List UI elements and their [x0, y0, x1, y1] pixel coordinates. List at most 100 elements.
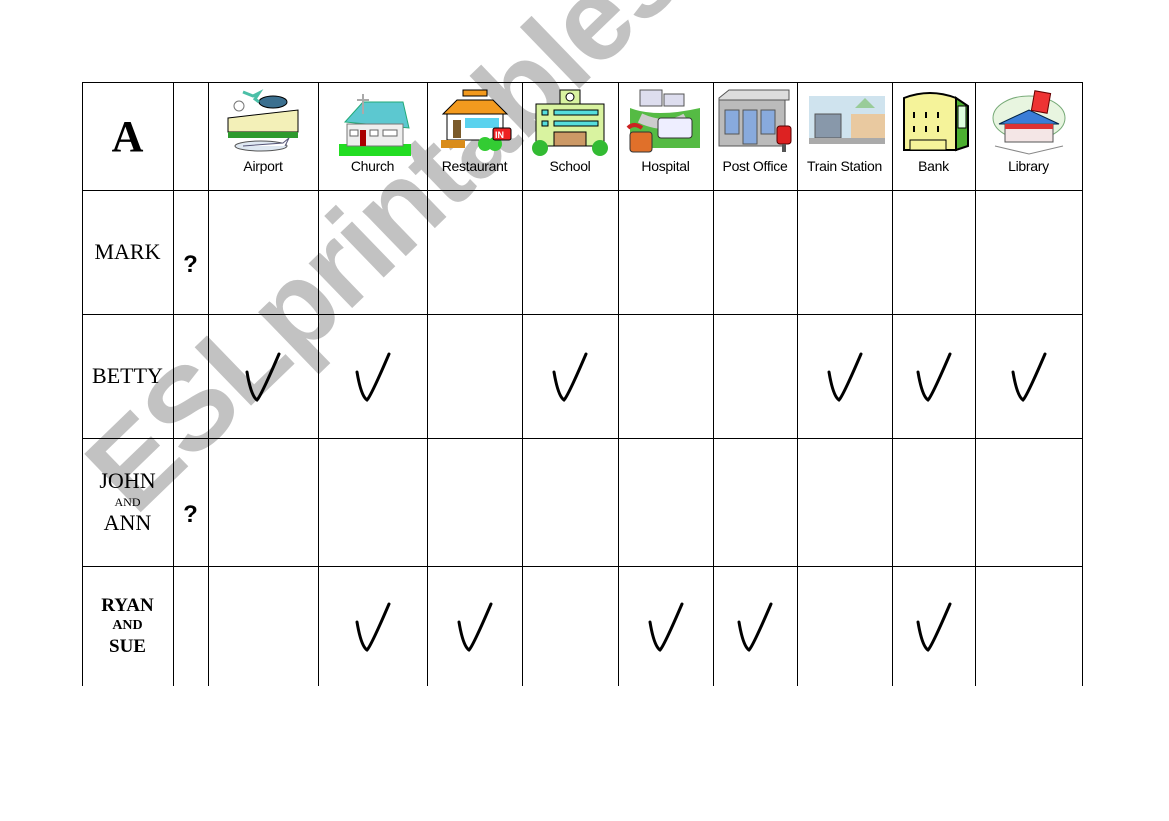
column-label: Library — [1008, 158, 1049, 174]
checkmark-icon — [735, 598, 775, 654]
checkmark-icon — [646, 598, 686, 654]
row-name-line: RYAN — [101, 595, 154, 616]
checkmark-icon — [353, 598, 393, 654]
row-name: BETTY — [92, 365, 163, 387]
answer-cell[interactable] — [522, 566, 618, 686]
column-header-school: School — [522, 82, 618, 190]
question-cell: ? — [173, 190, 208, 314]
restaurant-icon: IN — [435, 88, 515, 158]
answer-cell[interactable] — [975, 438, 1082, 566]
church-icon — [333, 88, 413, 158]
column-label: Hospital — [641, 158, 690, 174]
answer-cell[interactable] — [892, 190, 975, 314]
column-header-bank: Bank — [892, 82, 975, 190]
row-name-cell: BETTY — [82, 314, 173, 438]
row-name-line: BETTY — [92, 363, 163, 388]
answer-cell[interactable] — [797, 190, 892, 314]
answer-cell[interactable] — [797, 438, 892, 566]
answer-cell[interactable] — [892, 566, 975, 686]
answer-cell[interactable] — [318, 566, 427, 686]
answer-cell[interactable] — [522, 190, 618, 314]
answer-cell[interactable] — [797, 566, 892, 686]
school-icon — [530, 88, 610, 158]
question-cell — [173, 566, 208, 686]
corner-letter: A — [111, 111, 144, 161]
checkmark-icon — [353, 348, 393, 404]
column-label: Post Office — [722, 158, 788, 174]
checkmark-icon — [914, 348, 954, 404]
row-name-cell: MARK — [82, 190, 173, 314]
answer-cell[interactable] — [427, 190, 522, 314]
answer-cell[interactable] — [522, 314, 618, 438]
answer-cell[interactable] — [618, 314, 713, 438]
answer-cell[interactable] — [318, 190, 427, 314]
svg-text:IN: IN — [495, 130, 504, 140]
answer-cell[interactable] — [892, 314, 975, 438]
answer-cell[interactable] — [318, 314, 427, 438]
answer-cell[interactable] — [318, 438, 427, 566]
row-name-line: AND — [112, 618, 143, 633]
checkmark-icon — [243, 348, 283, 404]
grid-line-vertical — [1082, 82, 1083, 686]
row-name-line: AND — [114, 495, 141, 509]
row-name: JOHN AND ANN — [99, 470, 155, 534]
row-name-cell: JOHN AND ANN — [82, 438, 173, 566]
answer-cell[interactable] — [208, 438, 318, 566]
checkmark-icon — [1009, 348, 1049, 404]
column-label: Airport — [243, 158, 283, 174]
question-cell: ? — [173, 438, 208, 566]
library-icon — [989, 88, 1069, 158]
column-label: Bank — [918, 158, 949, 174]
corner-letter-cell: A — [82, 82, 173, 190]
answer-cell[interactable] — [713, 314, 797, 438]
answer-cell[interactable] — [618, 566, 713, 686]
column-header-post-office: Post Office — [713, 82, 797, 190]
answer-cell[interactable] — [892, 438, 975, 566]
train-station-icon — [805, 88, 885, 158]
column-header-train-station: Train Station — [797, 82, 892, 190]
answer-cell[interactable] — [427, 438, 522, 566]
answer-cell[interactable] — [522, 438, 618, 566]
question-mark: ? — [183, 501, 198, 528]
answer-cell[interactable] — [713, 566, 797, 686]
answer-cell[interactable] — [618, 438, 713, 566]
answer-cell[interactable] — [975, 190, 1082, 314]
answer-cell[interactable] — [975, 314, 1082, 438]
column-header-church: Church — [318, 82, 427, 190]
column-label: Church — [350, 158, 395, 174]
answer-cell[interactable] — [713, 438, 797, 566]
post-office-icon — [715, 88, 795, 158]
answer-cell[interactable] — [713, 190, 797, 314]
answer-cell[interactable] — [427, 566, 522, 686]
column-label: Restaurant — [441, 158, 508, 174]
hospital-icon — [626, 88, 706, 158]
answer-cell[interactable] — [618, 190, 713, 314]
question-mark: ? — [183, 251, 198, 278]
column-label: School — [549, 158, 591, 174]
question-cell — [173, 314, 208, 438]
row-name-cell: RYAN AND SUE — [82, 566, 173, 686]
row-name: RYAN AND SUE — [101, 596, 153, 656]
answer-cell[interactable] — [208, 566, 318, 686]
row-name-line: ANN — [103, 510, 152, 535]
checkmark-icon — [550, 348, 590, 404]
answer-cell[interactable] — [427, 314, 522, 438]
airport-icon — [223, 88, 303, 158]
row-name: MARK — [94, 241, 160, 263]
answer-cell[interactable] — [975, 566, 1082, 686]
column-header-airport: Airport — [208, 82, 318, 190]
row-name-line: MARK — [94, 239, 161, 264]
answer-cell[interactable] — [797, 314, 892, 438]
checkmark-icon — [825, 348, 865, 404]
answer-cell[interactable] — [208, 314, 318, 438]
bank-icon — [894, 88, 974, 158]
column-header-restaurant: IN Restaurant — [427, 82, 522, 190]
column-header-hospital: Hospital — [618, 82, 713, 190]
checkmark-icon — [455, 598, 495, 654]
column-header-library: Library — [975, 82, 1082, 190]
row-name-line: JOHN — [99, 468, 156, 493]
answer-cell[interactable] — [208, 190, 318, 314]
row-name-line: SUE — [109, 636, 146, 657]
column-label: Train Station — [807, 158, 882, 174]
checkmark-icon — [914, 598, 954, 654]
